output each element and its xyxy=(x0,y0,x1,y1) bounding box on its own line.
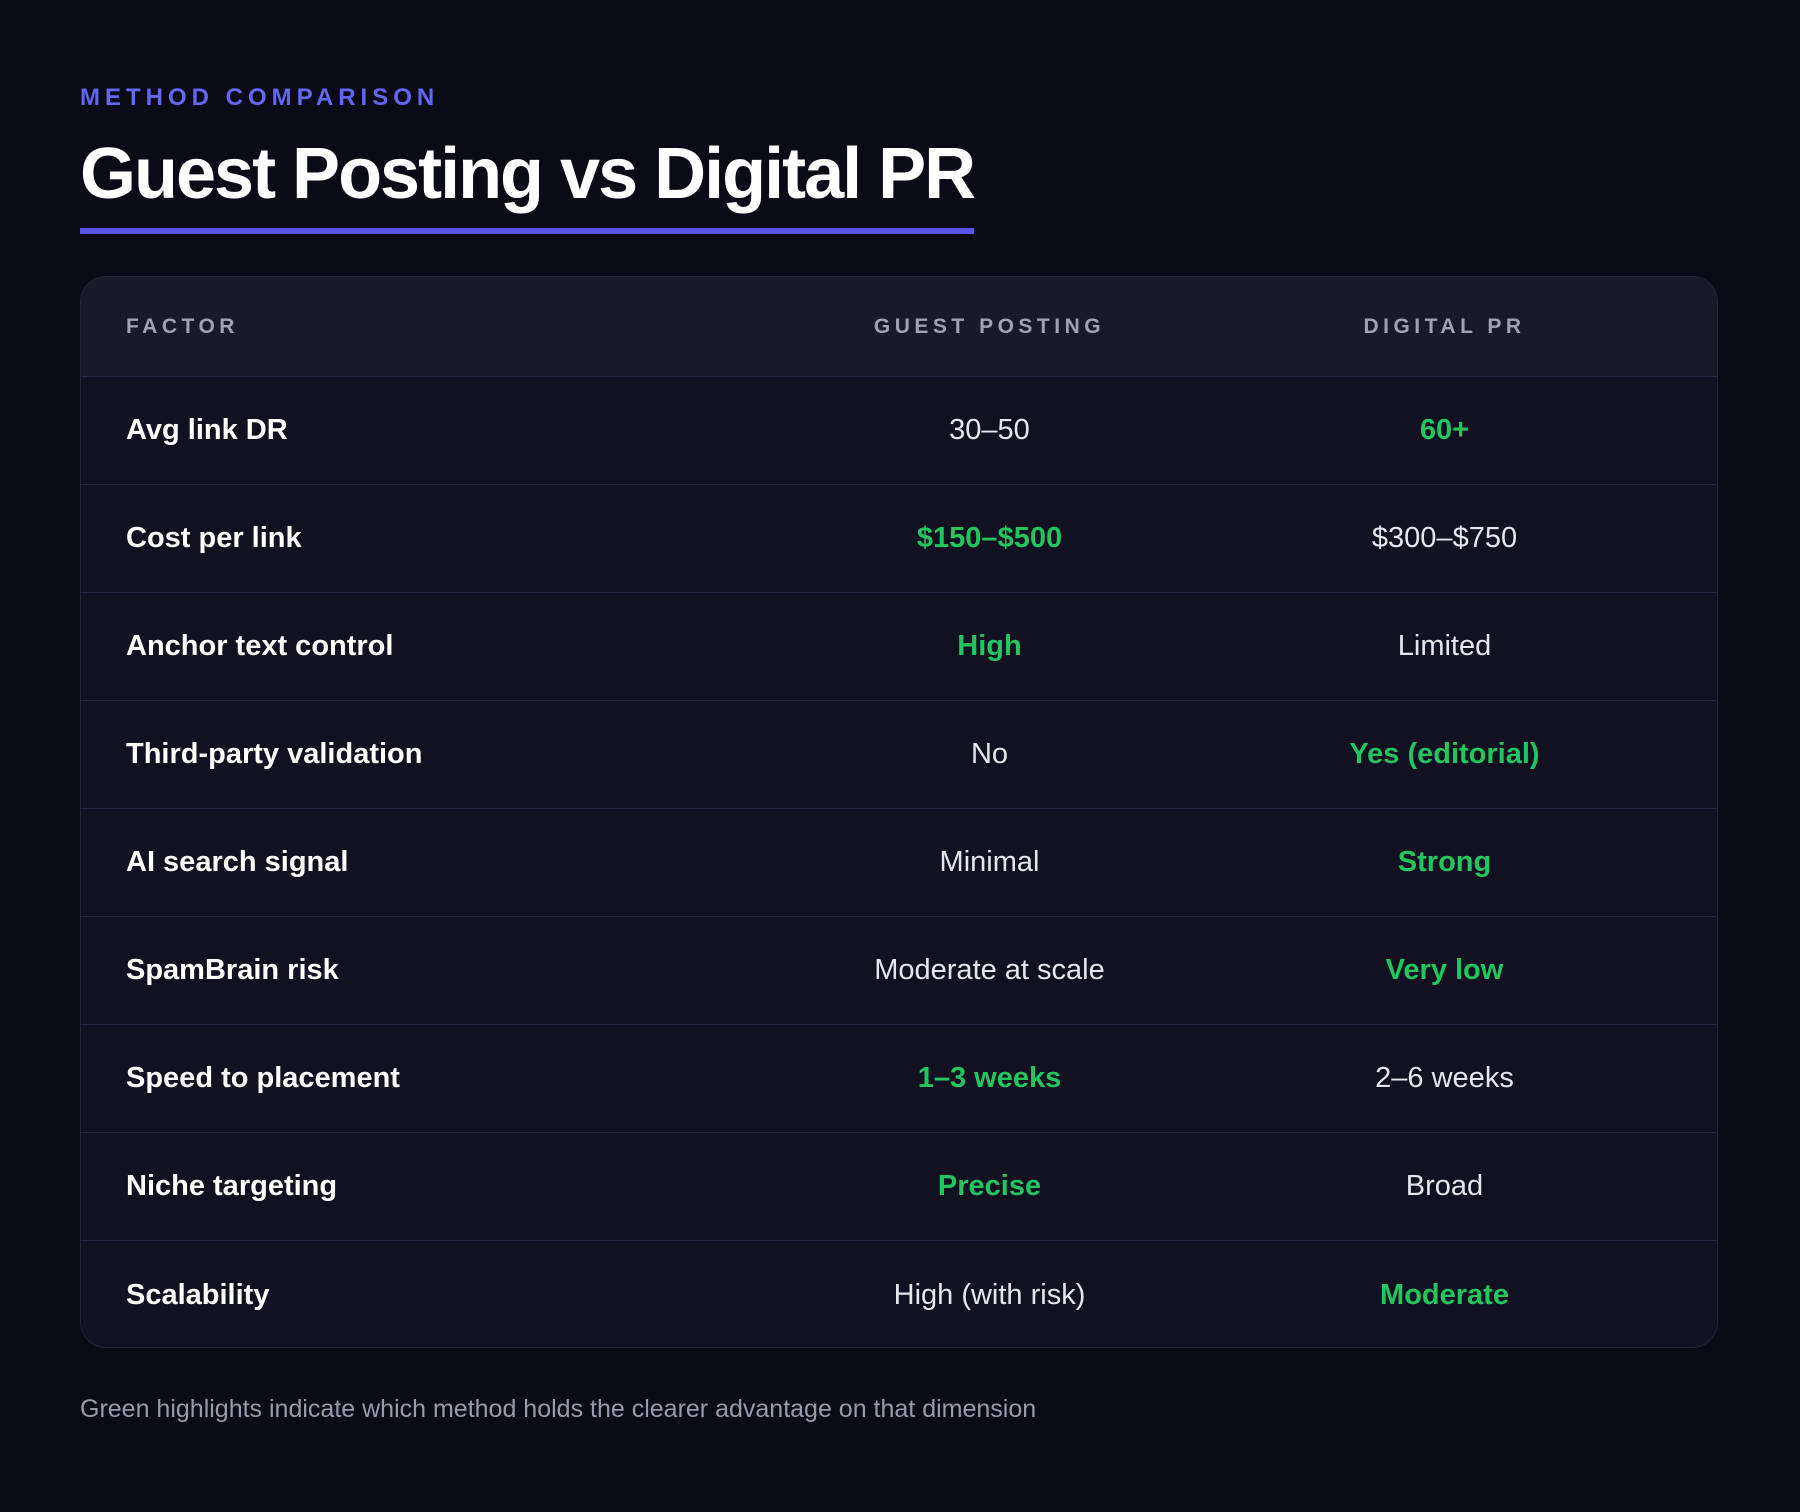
table-row: Cost per link $150–$500 $300–$750 xyxy=(81,485,1717,593)
factor-cell: AI search signal xyxy=(126,846,349,878)
table-header-row: FACTOR GUEST POSTING DIGITAL PR xyxy=(81,277,1717,377)
digital-pr-cell: Broad xyxy=(1405,1170,1484,1202)
table-row: Speed to placement 1–3 weeks 2–6 weeks xyxy=(81,1025,1717,1133)
digital-pr-cell: Moderate xyxy=(1380,1278,1509,1311)
digital-pr-cell: Yes (editorial) xyxy=(1349,738,1540,770)
guest-posting-cell: Minimal xyxy=(939,846,1040,878)
factor-cell: Cost per link xyxy=(126,522,302,554)
eyebrow-label: METHOD COMPARISON xyxy=(80,84,440,111)
table-row: Third-party validation No Yes (editorial) xyxy=(81,701,1717,809)
footnote: Green highlights indicate which method h… xyxy=(80,1395,1037,1423)
factor-cell: Avg link DR xyxy=(126,414,288,446)
factor-cell: Niche targeting xyxy=(126,1170,338,1202)
guest-posting-cell: High xyxy=(957,630,1022,662)
factor-cell: Speed to placement xyxy=(126,1062,400,1094)
digital-pr-cell: 60+ xyxy=(1419,414,1470,446)
guest-posting-cell: $150–$500 xyxy=(916,522,1063,554)
guest-posting-cell: 1–3 weeks xyxy=(917,1062,1062,1094)
comparison-table: FACTOR GUEST POSTING DIGITAL PR Avg link… xyxy=(80,276,1718,1348)
digital-pr-cell: 2–6 weeks xyxy=(1375,1062,1514,1094)
factor-cell: SpamBrain risk xyxy=(126,954,339,986)
digital-pr-cell: Very low xyxy=(1385,954,1504,986)
table-row: Niche targeting Precise Broad xyxy=(81,1133,1717,1241)
table-row: Scalability High (with risk) Moderate xyxy=(81,1241,1717,1347)
header-guest-posting: GUEST POSTING xyxy=(873,314,1106,338)
guest-posting-cell: Precise xyxy=(937,1170,1042,1202)
guest-posting-cell: 30–50 xyxy=(949,414,1030,446)
table-row: SpamBrain risk Moderate at scale Very low xyxy=(81,917,1717,1025)
digital-pr-cell: $300–$750 xyxy=(1371,522,1518,554)
guest-posting-cell: High (with risk) xyxy=(893,1278,1086,1311)
header-factor: FACTOR xyxy=(126,314,239,338)
header-digital-pr: DIGITAL PR xyxy=(1363,314,1526,338)
table-row: Avg link DR 30–50 60+ xyxy=(81,377,1717,485)
table-row: Anchor text control High Limited xyxy=(81,593,1717,701)
digital-pr-cell: Limited xyxy=(1397,630,1492,662)
factor-cell: Anchor text control xyxy=(126,630,394,662)
guest-posting-cell: Moderate at scale xyxy=(874,954,1105,986)
factor-cell: Scalability xyxy=(126,1278,270,1311)
table-row: AI search signal Minimal Strong xyxy=(81,809,1717,917)
digital-pr-cell: Strong xyxy=(1397,846,1492,878)
page-title: Guest Posting vs Digital PR xyxy=(80,132,976,234)
factor-cell: Third-party validation xyxy=(126,738,423,770)
guest-posting-cell: No xyxy=(970,738,1009,770)
table-body: Avg link DR 30–50 60+ Cost per link $150–$50… xyxy=(81,377,1717,1347)
